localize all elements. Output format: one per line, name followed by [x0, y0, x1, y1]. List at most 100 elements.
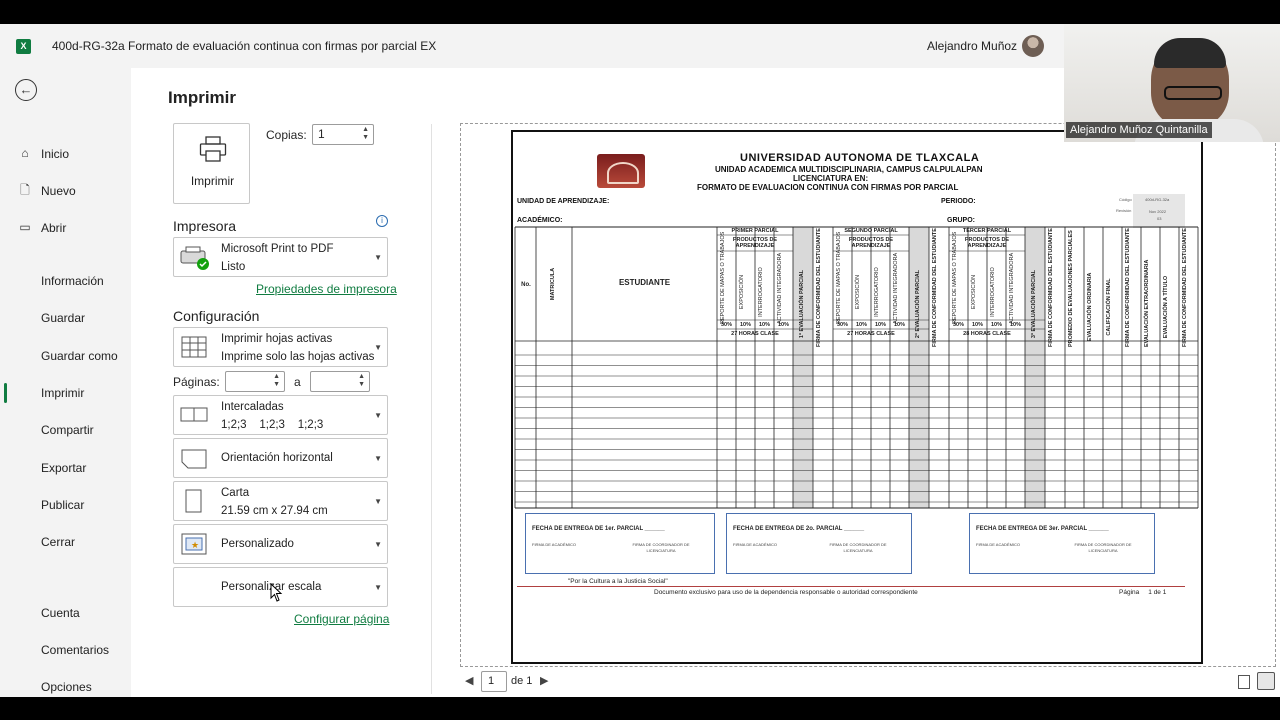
- activity-header: INTERROGATORIO: [757, 267, 764, 317]
- orientation-select[interactable]: Orientación horizontal ▼: [173, 438, 388, 478]
- print-preview: UNIVERSIDAD AUTONOMA DE TLAXCALA UNIDAD …: [460, 123, 1276, 667]
- partial-header: SEGUNDO PARCIAL: [844, 228, 898, 234]
- zoom-to-page-icon[interactable]: [1257, 672, 1275, 690]
- weight-cell: 30%: [952, 322, 964, 328]
- custom-margins-icon: ★: [181, 533, 207, 555]
- printer-ready-icon: [180, 246, 209, 270]
- nav-item-nuevo[interactable]: 🗋 Nuevo: [0, 177, 131, 205]
- paper-sub: 21.59 cm x 27.94 cm: [221, 505, 328, 517]
- weight-cell: 10%: [777, 322, 789, 328]
- nav-item-cerrar[interactable]: Cerrar: [0, 528, 131, 556]
- account-name[interactable]: Alejandro Muñoz: [927, 39, 1017, 53]
- footer-note: Documento exclusivo para uso de la depen…: [654, 589, 918, 596]
- nav-item-guardar[interactable]: Guardar: [0, 304, 131, 332]
- printer-heading: Impresora: [173, 218, 237, 234]
- weight-cell: 10%: [893, 322, 905, 328]
- nav-item-informacion[interactable]: Información: [0, 267, 131, 295]
- print-scope-sub: Imprime solo las hojas activas: [221, 351, 375, 363]
- nav-item-exportar[interactable]: Exportar: [0, 454, 131, 482]
- page-count: de 1: [511, 675, 533, 687]
- weight-cell: 10%: [739, 322, 751, 328]
- products-header: PRODUCTOS DE APRENDIZAJE: [964, 237, 1010, 249]
- previous-page-icon[interactable]: ◀: [465, 674, 473, 687]
- nav-item-label: Publicar: [41, 498, 85, 512]
- avatar[interactable]: [1022, 35, 1044, 57]
- spinner-icon[interactable]: ▲ ▼: [362, 126, 369, 142]
- nav-item-label: Compartir: [41, 423, 94, 437]
- document-title: 400d-RG-32a Formato de evaluación contin…: [52, 39, 437, 53]
- final-column-header: CALIFICACIÓN FINAL: [1105, 278, 1112, 336]
- nav-item-inicio[interactable]: ⌂ Inicio: [0, 140, 131, 168]
- print-button[interactable]: Imprimir: [173, 123, 250, 204]
- nav-item-opciones[interactable]: Opciones: [0, 673, 131, 697]
- nav-item-abrir[interactable]: ▭ Abrir: [0, 214, 131, 242]
- excel-icon: X: [16, 39, 31, 54]
- copies-input[interactable]: 1 ▲ ▼: [312, 124, 374, 145]
- print-scope-select[interactable]: Imprimir hojas activas Imprime solo las …: [173, 327, 388, 367]
- chevron-down-icon: ▼: [374, 253, 382, 262]
- final-column-header: FIRMA DE CONFORMIDAD DEL ESTUDIANTE: [1124, 228, 1131, 347]
- nav-item-guardar-como[interactable]: Guardar como: [0, 342, 131, 370]
- partial-header: TERCER PARCIAL: [962, 228, 1012, 234]
- partial-eval-header: 2ª EVALUACIÓN PARCIAL: [915, 269, 921, 339]
- home-icon: ⌂: [21, 146, 29, 160]
- chevron-down-icon: ▼: [374, 343, 382, 352]
- column-header-student: ESTUDIANTE: [618, 278, 671, 287]
- activity-header: ACTIVIDAD INTEGRADORA: [892, 252, 899, 324]
- margins-select[interactable]: ★ Personalizado ▼: [173, 524, 388, 564]
- printer-properties-link[interactable]: Propiedades de impresora: [256, 282, 397, 296]
- hours-cell: 28 HORAS CLASE: [963, 331, 1011, 337]
- webcam-caption: Alejandro Muñoz Quintanilla: [1066, 122, 1212, 138]
- info-icon[interactable]: i: [376, 215, 388, 227]
- weight-cell: 30%: [836, 322, 848, 328]
- pages-to-input[interactable]: ▲ ▼: [310, 371, 370, 392]
- show-margins-icon[interactable]: [1238, 675, 1250, 689]
- printer-status: Listo: [221, 261, 246, 273]
- webcam-overlay: Alejandro Muñoz Quintanilla: [1064, 24, 1280, 142]
- activity-header: EXPOSICIÓN: [738, 274, 745, 310]
- signature-box-3: FECHA DE ENTREGA DE 3er. PARCIAL ______ …: [969, 513, 1155, 574]
- activity-header: ACTIVIDAD INTEGRADORA: [776, 252, 783, 324]
- chevron-down-icon: ▼: [374, 454, 382, 463]
- signature-box-1: FECHA DE ENTREGA DE 1er. PARCIAL ______ …: [525, 513, 715, 574]
- nav-item-cuenta[interactable]: Cuenta: [0, 599, 131, 627]
- nav-item-label: Guardar: [41, 311, 86, 325]
- back-arrow-icon[interactable]: ←: [15, 79, 37, 101]
- column-header-no: No.: [521, 282, 531, 288]
- next-page-icon[interactable]: ▶: [540, 674, 548, 687]
- signature-box-2: FECHA DE ENTREGA DE 2o. PARCIAL ______ F…: [726, 513, 912, 574]
- collate-select[interactable]: Intercaladas 1;2;3 1;2;3 1;2;3 ▼: [173, 395, 388, 435]
- pages-from-input[interactable]: ▲ ▼: [225, 371, 285, 392]
- final-column-header: PROMEDIO DE EVALUACIONES PARCIALES: [1067, 230, 1074, 347]
- nav-item-imprimir[interactable]: Imprimir: [0, 379, 131, 407]
- page-number-input[interactable]: 1: [481, 671, 507, 692]
- paper-size-select[interactable]: Carta 21.59 cm x 27.94 cm ▼: [173, 481, 388, 521]
- weight-cell: 30%: [720, 322, 732, 328]
- folder-icon: ▭: [19, 220, 31, 234]
- final-column-header: EVALUACIÓN EXTRAORDINARIA: [1143, 259, 1150, 347]
- motto: "Por la Cultura a la Justicia Social": [568, 578, 668, 585]
- printer-name: Microsoft Print to PDF: [221, 243, 334, 255]
- signature-header: FIRMA DE CONFORMIDAD DEL ESTUDIANTE: [816, 228, 822, 347]
- nav-item-comentarios[interactable]: Comentarios: [0, 636, 131, 664]
- nav-item-label: Comentarios: [41, 643, 110, 657]
- nav-item-compartir[interactable]: Compartir: [0, 416, 131, 444]
- nav-item-label: Cerrar: [41, 535, 76, 549]
- activity-header: REPORTE DE MAPAS O TRABAJOS: [951, 231, 958, 324]
- spinner-icon[interactable]: ▲ ▼: [273, 373, 280, 389]
- print-button-label: Imprimir: [190, 174, 235, 188]
- spinner-icon[interactable]: ▲ ▼: [358, 373, 365, 389]
- weight-cell: 10%: [874, 322, 886, 328]
- nav-item-label: Cuenta: [41, 606, 80, 620]
- activity-header: EXPOSICIÓN: [970, 274, 977, 310]
- page-setup-link[interactable]: Configurar página: [294, 612, 389, 626]
- partial-eval-header: 1ª EVALUACIÓN PARCIAL: [799, 269, 805, 339]
- backstage-nav: ← ⌂ Inicio 🗋 Nuevo ▭ Abrir Información G…: [0, 68, 131, 697]
- copies-value: 1: [318, 127, 325, 141]
- nav-item-publicar[interactable]: Publicar: [0, 491, 131, 519]
- signature-header: FIRMA DE CONFORMIDAD DEL ESTUDIANTE: [932, 228, 938, 347]
- partial-eval-header: 3ª EVALUACIÓN PARCIAL: [1031, 269, 1037, 339]
- printer-select[interactable]: Microsoft Print to PDF Listo ▼: [173, 237, 388, 277]
- weight-cell: 10%: [990, 322, 1002, 328]
- mouse-cursor-icon: [270, 583, 283, 602]
